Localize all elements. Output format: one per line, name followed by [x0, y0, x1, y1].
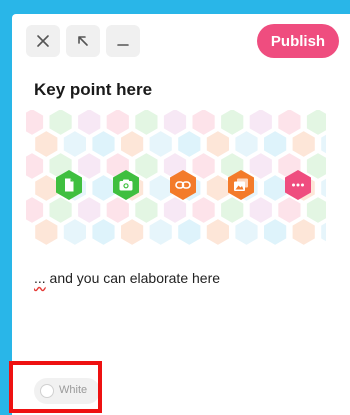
camera-icon [119, 179, 133, 191]
editor-panel: Publish Key point here ... and you can e… [12, 14, 350, 415]
toggle-radio [40, 384, 54, 398]
minimize-button[interactable] [106, 25, 140, 57]
spellcheck-squiggle: ... [34, 270, 46, 286]
expand-button[interactable] [66, 25, 100, 57]
media-camera-button[interactable] [110, 169, 142, 201]
media-more-button[interactable] [282, 169, 314, 201]
media-link-button[interactable] [167, 169, 199, 201]
media-document-button[interactable] [53, 169, 85, 201]
link-icon [175, 181, 191, 189]
post-body[interactable]: ... and you can elaborate here [34, 270, 220, 286]
close-button[interactable] [26, 25, 60, 57]
document-icon [65, 178, 74, 192]
arrow-up-left-icon [78, 36, 88, 46]
more-icon [292, 183, 304, 187]
background-white-toggle[interactable]: White [34, 378, 100, 404]
media-photos-button[interactable] [225, 169, 257, 201]
publish-button[interactable]: Publish [257, 24, 339, 58]
close-icon [37, 35, 49, 47]
minimize-icon [117, 44, 129, 46]
post-title[interactable]: Key point here [34, 80, 152, 100]
post-body-text: and you can elaborate here [45, 270, 221, 286]
photos-icon [234, 178, 248, 191]
toggle-label: White [59, 384, 88, 396]
